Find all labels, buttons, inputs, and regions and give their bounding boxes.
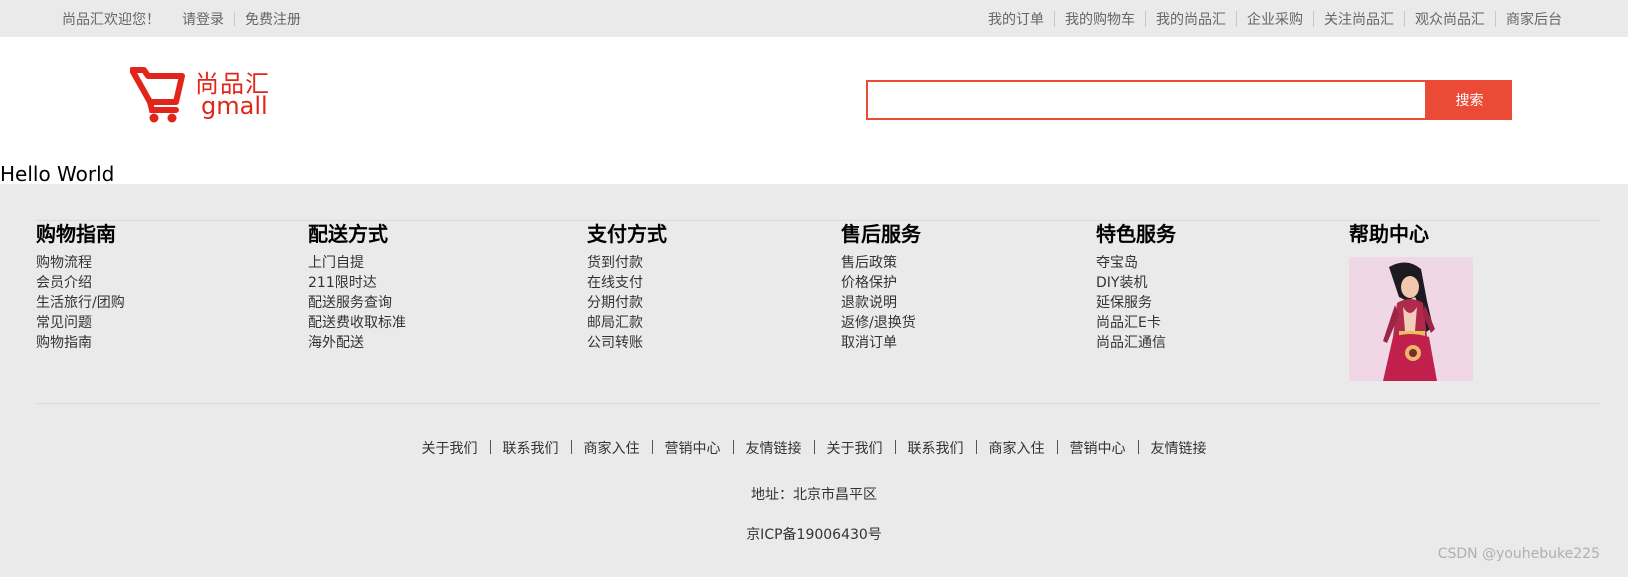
nav-merchant-backend[interactable]: 商家后台 [1506,9,1562,29]
footer-bottom-link[interactable]: 商家入住 [989,441,1045,457]
footer-col-title: 售后服务 [841,222,921,246]
login-link[interactable]: 请登录 [182,9,224,29]
footer-bottom-link[interactable]: 友情链接 [1151,441,1207,457]
footer-link[interactable]: 公司转账 [587,335,643,351]
footer-bottom-link[interactable]: 联系我们 [503,441,559,457]
footer-link[interactable]: 211限时达 [308,275,377,291]
welcome-text: 尚品汇欢迎您！ [62,12,160,28]
footer-bottom-link[interactable]: 商家入住 [584,441,640,457]
footer-col-special-services: 特色服务 夺宝岛 DIY装机 延保服务 尚品汇E卡 尚品汇通信 [1096,218,1176,353]
footer-bottom-link[interactable]: 关于我们 [422,441,478,457]
topbar-left: 尚品汇欢迎您！ 请登录 免费注册 [62,9,301,29]
footer-col-title: 特色服务 [1096,222,1176,246]
help-center-image [1349,257,1473,381]
watermark-text: CSDN @youhebuke225 [1437,546,1600,562]
footer-col-after-sales: 售后服务 售后政策 价格保护 退款说明 返修/退换货 取消订单 [841,218,921,353]
footer: 购物指南 购物流程 会员介绍 生活旅行/团购 常见问题 购物指南 配送方式 上门… [0,184,1628,577]
search-bar: 搜索 [866,80,1512,120]
footer-bottom-link[interactable]: 营销中心 [1070,441,1126,457]
footer-address: 地址：北京市昌平区 [751,487,877,503]
footer-link[interactable]: 邮局汇款 [587,315,643,331]
nav-follow[interactable]: 关注尚品汇 [1324,9,1394,29]
footer-link[interactable]: 购物流程 [36,255,92,271]
footer-col-shopping-guide: 购物指南 购物流程 会员介绍 生活旅行/团购 常见问题 购物指南 [36,218,125,353]
footer-link[interactable]: 购物指南 [36,335,92,351]
hello-text: Hello World [0,162,115,186]
footer-link[interactable]: 配送服务查询 [308,295,392,311]
footer-bottom-link[interactable]: 营销中心 [665,441,721,457]
footer-bottom-link[interactable]: 友情链接 [746,441,802,457]
footer-link[interactable]: 生活旅行/团购 [36,295,125,311]
footer-col-title: 购物指南 [36,222,116,246]
nav-my-gmall[interactable]: 我的尚品汇 [1156,9,1226,29]
nav-audience[interactable]: 观众尚品汇 [1415,9,1485,29]
footer-link[interactable]: 退款说明 [841,295,897,311]
footer-bottom-link[interactable]: 关于我们 [827,441,883,457]
footer-divider-bottom [36,403,1600,404]
topbar-nav: 我的订单 我的购物车 我的尚品汇 企业采购 关注尚品汇 观众尚品汇 商家后台 [988,9,1562,29]
footer-link[interactable]: 取消订单 [841,335,897,351]
footer-col-title: 支付方式 [587,222,667,246]
footer-link[interactable]: 延保服务 [1096,295,1152,311]
footer-link[interactable]: 常见问题 [36,315,92,331]
footer-link[interactable]: 在线支付 [587,275,643,291]
logo-text-en: gmall [201,92,268,120]
nav-enterprise-purchase[interactable]: 企业采购 [1247,9,1303,29]
divider [234,12,235,26]
footer-link[interactable]: 夺宝岛 [1096,255,1138,271]
search-input[interactable] [866,80,1427,120]
register-link[interactable]: 免费注册 [245,9,301,29]
footer-link[interactable]: 价格保护 [841,275,897,291]
footer-link[interactable]: 海外配送 [308,335,364,351]
footer-link[interactable]: 分期付款 [587,295,643,311]
footer-link[interactable]: 配送费收取标准 [308,315,406,331]
nav-my-orders[interactable]: 我的订单 [988,9,1044,29]
footer-link[interactable]: 售后政策 [841,255,897,271]
footer-link[interactable]: 上门自提 [308,255,364,271]
top-bar: 尚品汇欢迎您！ 请登录 免费注册 我的订单 我的购物车 我的尚品汇 企业采购 关… [0,0,1628,37]
nav-my-cart[interactable]: 我的购物车 [1065,9,1135,29]
footer-col-title: 帮助中心 [1349,222,1429,246]
footer-bottom-links: 关于我们 联系我们 商家入住 营销中心 友情链接 关于我们 联系我们 商家入住 营销中心 友情链接 [0,438,1628,458]
footer-col-delivery: 配送方式 上门自提 211限时达 配送服务查询 配送费收取标准 海外配送 [308,218,406,353]
footer-bottom-link[interactable]: 联系我们 [908,441,964,457]
search-button[interactable]: 搜索 [1427,80,1512,120]
footer-link[interactable]: DIY装机 [1096,275,1147,291]
footer-link[interactable]: 尚品汇通信 [1096,335,1166,351]
footer-col-help-center: 帮助中心 [1349,218,1473,385]
footer-link[interactable]: 尚品汇E卡 [1096,315,1161,331]
footer-link[interactable]: 会员介绍 [36,275,92,291]
footer-col-title: 配送方式 [308,222,388,246]
footer-link[interactable]: 货到付款 [587,255,643,271]
footer-link[interactable]: 返修/退换货 [841,315,916,331]
footer-icp: 京ICP备19006430号 [746,527,882,543]
footer-col-payment: 支付方式 货到付款 在线支付 分期付款 邮局汇款 公司转账 [587,218,667,353]
